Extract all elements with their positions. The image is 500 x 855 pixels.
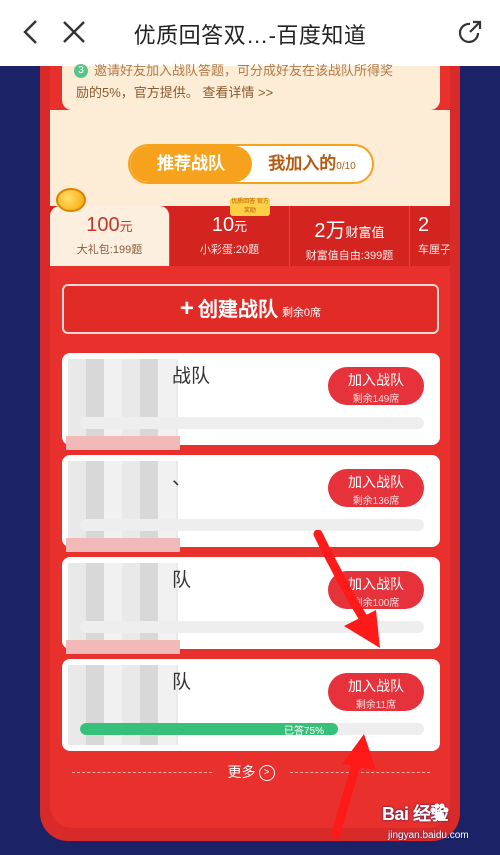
annotation-arrow-up <box>331 734 376 839</box>
reward-unit: 元 <box>234 219 248 234</box>
blurred-strip <box>66 538 180 552</box>
blurred-strip <box>66 640 180 654</box>
plus-icon: + <box>179 295 194 322</box>
reward-tab-4[interactable]: 2 车厘子 <box>410 206 450 266</box>
invite-notice: 3 邀请好友加入战队答题，可分成好友在该战队所得奖 励的5%，官方提供。 查看详… <box>62 63 440 110</box>
join-team-button[interactable]: 加入战队 剩余11席 <box>328 673 424 711</box>
tab-my-teams-label: 我加入的 <box>268 154 337 173</box>
tab-my-teams[interactable]: 我加入的0/10 <box>252 146 372 182</box>
seats-remaining: 剩余149席 <box>352 394 400 405</box>
reward-sub: 小彩蛋:20题 <box>199 244 260 256</box>
share-icon[interactable] <box>456 19 484 47</box>
create-team-remaining: 剩余0席 <box>281 307 322 319</box>
create-team-label: 创建战队 <box>197 299 278 321</box>
paw-icon <box>430 803 449 821</box>
close-icon[interactable] <box>60 18 88 46</box>
reward-tab-3[interactable]: 2万财富值 财富值自由:399题 <box>290 206 410 266</box>
baidu-jingyan-watermark: Bai 经验 jingyan.baidu.com <box>382 800 492 850</box>
seats-remaining: 剩余11席 <box>355 700 397 711</box>
reward-value: 10 <box>211 214 235 236</box>
reward-value: 100 <box>86 214 120 236</box>
team-name: 战队 <box>172 366 211 387</box>
watermark-url: jingyan.baidu.com <box>388 830 469 841</box>
reward-sub: 车厘子 <box>418 244 450 256</box>
team-name: 、 <box>172 468 192 489</box>
notice-line-2[interactable]: 励的5%，官方提供。 查看详情 >> <box>76 82 273 101</box>
back-icon[interactable] <box>18 18 46 46</box>
reward-unit: 财富值 <box>345 225 385 240</box>
step-icon: 3 <box>74 64 88 78</box>
team-progress-track <box>80 417 424 429</box>
team-name: 队 <box>172 672 192 693</box>
join-team-label: 加入战队 <box>348 678 404 694</box>
annotation-arrow-down <box>313 530 380 648</box>
reward-sub: 财富值自由:399题 <box>305 250 394 262</box>
page-title: 优质回答双…-百度知道 <box>133 23 367 48</box>
top-nav-bar: 优质回答双…-百度知道 <box>0 0 500 66</box>
join-team-label: 加入战队 <box>348 474 404 490</box>
blurred-strip <box>66 436 180 450</box>
reward-tag: 优质回答 官方奖励 <box>230 198 270 216</box>
more-label: 更多 <box>227 764 256 780</box>
join-team-label: 加入战队 <box>348 372 404 388</box>
reward-value: 2万 <box>314 220 346 242</box>
chevron-right-icon: > <box>258 765 275 782</box>
team-segment-control: 推荐战队 我加入的0/10 <box>128 144 374 184</box>
seats-remaining: 剩余136席 <box>352 496 400 507</box>
reward-value: 2 <box>418 214 430 236</box>
reward-sub: 大礼包:199题 <box>76 244 143 256</box>
divider <box>72 772 212 773</box>
create-team-button[interactable]: + 创建战队 剩余0席 <box>62 284 439 334</box>
tab-recommended-teams[interactable]: 推荐战队 <box>130 146 252 182</box>
join-team-button[interactable]: 加入战队 剩余149席 <box>328 367 424 405</box>
team-name: 队 <box>172 570 192 591</box>
notice-line-1: 邀请好友加入战队答题，可分成好友在该战队所得奖 <box>94 63 394 78</box>
join-team-button[interactable]: 加入战队 剩余136席 <box>328 469 424 507</box>
reward-tab-1[interactable]: 100元 大礼包:199题 <box>50 206 170 266</box>
tab-my-teams-count: 0/10 <box>336 161 356 172</box>
reward-unit: 元 <box>119 219 133 234</box>
team-card[interactable]: 战队 加入战队 剩余149席 <box>62 353 440 445</box>
coin-icon <box>56 188 86 212</box>
